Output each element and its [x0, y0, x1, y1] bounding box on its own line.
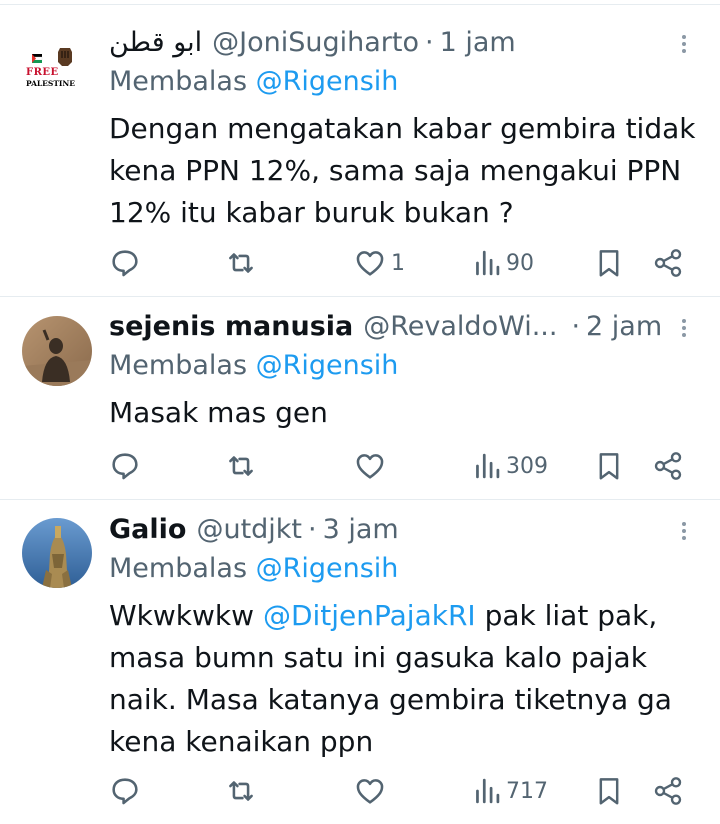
- retweet-button[interactable]: [224, 773, 258, 809]
- user-handle[interactable]: @RevaldoWi...: [363, 311, 557, 342]
- display-name[interactable]: Galio: [109, 514, 186, 545]
- like-icon: [356, 779, 384, 804]
- tweet-header: ابو قطن @JoniSugiharto · 1 jam: [109, 22, 662, 62]
- retweet-icon: [229, 456, 253, 476]
- replying-prefix: Membalas: [109, 66, 248, 97]
- display-name[interactable]: ابو قطن: [109, 27, 202, 58]
- bookmark-button[interactable]: [594, 773, 624, 809]
- separator: ·: [425, 26, 434, 58]
- share-icon: [654, 777, 682, 805]
- divider: [0, 499, 720, 500]
- tweet-text-line: masa bumn satu ini gasuka kalo pajak: [109, 641, 647, 674]
- bookmark-icon: [599, 453, 619, 480]
- avatar[interactable]: FREE PALESTINE: [22, 38, 92, 108]
- replying-prefix: Membalas: [109, 553, 248, 584]
- share-button[interactable]: [652, 245, 684, 281]
- replying-mention[interactable]: @Rigensih: [256, 553, 399, 584]
- views-count: 90: [506, 250, 534, 276]
- views-count: 309: [506, 453, 548, 479]
- tweet-header: Galio @utdjkt · 3 jam: [109, 509, 662, 549]
- display-name[interactable]: sejenis manusia: [109, 311, 353, 342]
- views-button[interactable]: 90: [472, 245, 534, 281]
- like-button[interactable]: [353, 773, 391, 809]
- reply-button[interactable]: [108, 773, 142, 809]
- divider: [0, 296, 720, 297]
- text-segment: pak liat pak,: [475, 599, 658, 632]
- user-handle[interactable]: @JoniSugiharto: [212, 27, 419, 58]
- avatar[interactable]: [22, 316, 92, 386]
- replying-to: Membalas @Rigensih: [109, 66, 398, 97]
- like-count: 1: [391, 250, 405, 276]
- retweet-button[interactable]: [224, 448, 258, 484]
- bookmark-button[interactable]: [594, 245, 624, 281]
- views-icon: [476, 778, 500, 804]
- separator: ·: [571, 310, 581, 342]
- share-button[interactable]: [652, 448, 684, 484]
- text-segment: Wkwkwkw: [109, 599, 263, 632]
- replying-prefix: Membalas: [109, 350, 248, 381]
- tweet-text-line: Dengan mengatakan kabar gembira tidak: [109, 112, 696, 145]
- like-icon: [356, 454, 384, 479]
- user-handle[interactable]: @utdjkt: [196, 514, 302, 545]
- more-icon[interactable]: [676, 316, 692, 340]
- views-count: 717: [506, 778, 548, 804]
- text-mention[interactable]: @DitjenPajakRI: [263, 599, 476, 632]
- reply-icon: [112, 250, 138, 277]
- replying-to: Membalas @Rigensih: [109, 350, 398, 381]
- tweet-text: Masak mas gen: [109, 392, 699, 434]
- separator: ·: [308, 513, 317, 545]
- timestamp[interactable]: 2 jam: [586, 311, 662, 342]
- avatar[interactable]: [22, 518, 92, 588]
- bookmark-icon: [599, 778, 619, 805]
- tweet-text: Wkwkwkw @DitjenPajakRI pak liat pak, mas…: [109, 595, 699, 763]
- views-button[interactable]: 309: [472, 448, 548, 484]
- timestamp[interactable]: 1 jam: [440, 27, 516, 58]
- tweet-text-line: kena kenaikan ppn: [109, 725, 374, 758]
- like-button[interactable]: [353, 448, 391, 484]
- more-icon[interactable]: [676, 32, 692, 56]
- tweet-text-line: Masak mas gen: [109, 396, 328, 429]
- share-icon: [654, 249, 682, 277]
- reply-icon: [112, 453, 138, 480]
- reply-button[interactable]: [108, 448, 142, 484]
- replying-mention[interactable]: @Rigensih: [256, 350, 399, 381]
- tweet-text-line: 12% itu kabar buruk bukan ?: [109, 196, 514, 229]
- reply-icon: [112, 778, 138, 805]
- share-icon: [654, 452, 682, 480]
- avatar-badge-line1: FREE: [26, 67, 59, 78]
- bookmark-button[interactable]: [594, 448, 624, 484]
- retweet-icon: [229, 781, 253, 801]
- tweet-text-line: naik. Masa katanya gembira tiketnya ga: [109, 683, 672, 716]
- tweet-text: Dengan mengatakan kabar gembira tidak ke…: [109, 108, 699, 234]
- replying-to: Membalas @Rigensih: [109, 553, 398, 584]
- tweet-header: sejenis manusia @RevaldoWi... · 2 jam: [109, 306, 662, 346]
- replying-mention[interactable]: @Rigensih: [256, 66, 399, 97]
- views-icon: [476, 250, 500, 276]
- share-button[interactable]: [652, 773, 684, 809]
- tweet-text-line: kena PPN 12%, sama saja mengakui PPN: [109, 154, 682, 187]
- views-button[interactable]: 717: [472, 773, 548, 809]
- reply-button[interactable]: [108, 245, 142, 281]
- views-icon: [476, 453, 500, 479]
- retweet-button[interactable]: [224, 245, 258, 281]
- tweet-text-line: Wkwkwkw @DitjenPajakRI pak liat pak,: [109, 595, 699, 637]
- timestamp[interactable]: 3 jam: [323, 514, 399, 545]
- avatar-badge-line2: PALESTINE: [26, 79, 75, 88]
- like-icon: [356, 251, 384, 276]
- bookmark-icon: [599, 250, 619, 277]
- more-icon[interactable]: [676, 519, 692, 543]
- like-button[interactable]: 1: [353, 245, 405, 281]
- retweet-icon: [229, 253, 253, 273]
- divider: [0, 4, 720, 5]
